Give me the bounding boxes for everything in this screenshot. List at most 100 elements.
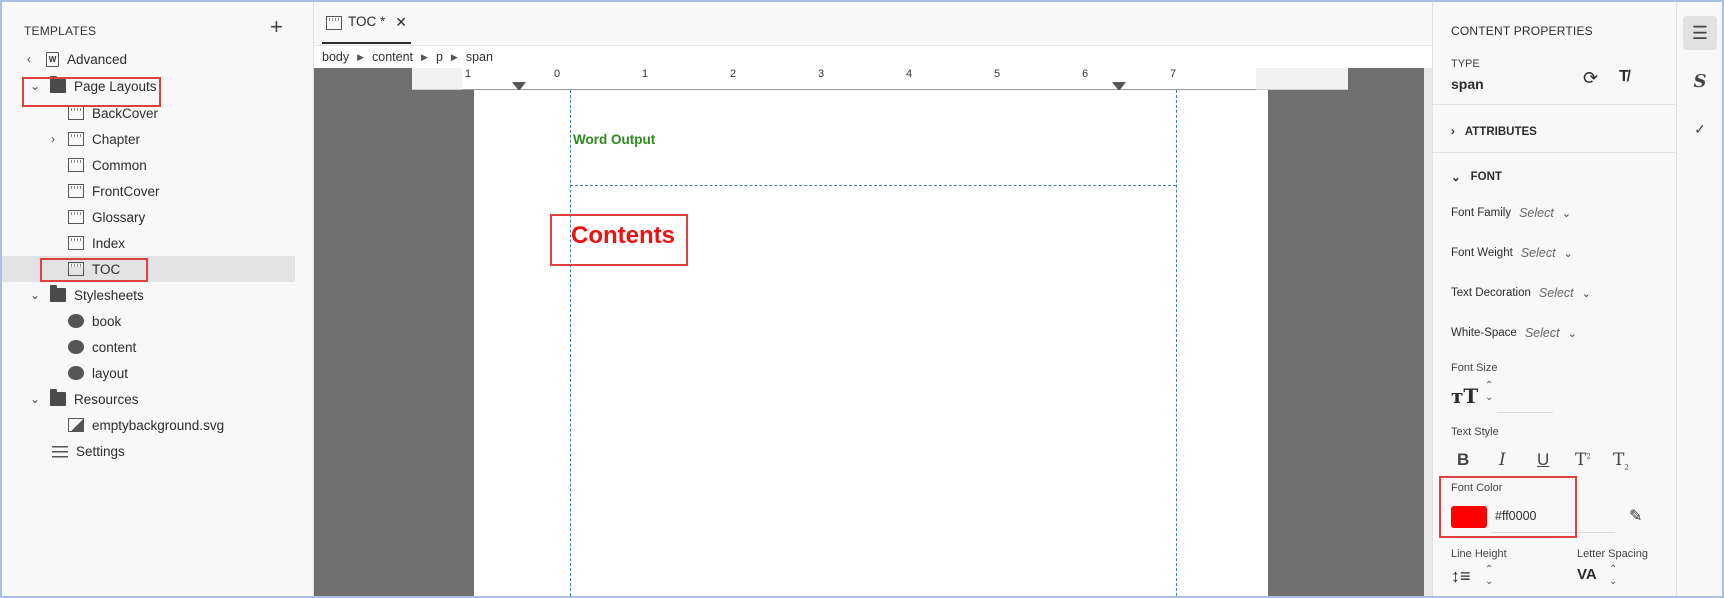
divider <box>1433 104 1677 105</box>
back-advanced[interactable]: ‹ W Advanced <box>2 46 295 72</box>
white-space-row: White-Space Select ⌄ <box>1451 326 1577 340</box>
font-weight-select[interactable]: Select <box>1521 246 1556 260</box>
tree-item-settings[interactable]: Settings <box>2 438 295 464</box>
breadcrumb-sep-icon: ▶ <box>357 52 365 62</box>
font-weight-label: Font Weight <box>1451 247 1513 259</box>
chevron-down-icon[interactable]: ⌄ <box>1562 207 1571 220</box>
styles-icon[interactable]: S <box>1683 64 1717 98</box>
folder-icon <box>50 285 66 302</box>
back-label: Advanced <box>67 51 128 67</box>
font-size-label: Font Size <box>1451 362 1498 374</box>
underline-button[interactable]: U <box>1537 450 1549 470</box>
tree-label: Resources <box>74 391 139 407</box>
editor-area: TOC * ✕ body ▶ content ▶ p ▶ span 1 0 1 … <box>314 2 1432 596</box>
bold-button[interactable]: B <box>1457 450 1469 470</box>
close-icon[interactable]: ✕ <box>395 14 407 31</box>
white-space-select[interactable]: Select <box>1525 326 1560 340</box>
palette-icon <box>68 340 84 354</box>
page-layout-icon <box>68 106 84 120</box>
editor-scrollbar[interactable] <box>1424 68 1432 596</box>
breadcrumb-sep-icon: ▶ <box>421 52 428 62</box>
tree-label: layout <box>92 365 129 381</box>
chevron-down-icon[interactable]: ⌄ <box>1582 287 1591 300</box>
folder-icon <box>50 389 66 406</box>
tree-item-glossary[interactable]: Glossary <box>2 204 295 230</box>
tree-label: emptybackground.svg <box>92 417 225 433</box>
font-label: FONT <box>1470 171 1502 183</box>
ruler-tick: 3 <box>818 68 825 80</box>
breadcrumb-p[interactable]: p <box>436 50 443 64</box>
chevron-down-icon: ⌄ <box>1451 172 1461 184</box>
font-size-input[interactable] <box>1497 412 1553 413</box>
ruler-tick: 4 <box>906 68 913 80</box>
text-decoration-row: Text Decoration Select ⌄ <box>1451 286 1591 300</box>
ruler-tick: 5 <box>994 68 1001 80</box>
page-layout-icon <box>326 16 342 30</box>
tree-label: BackCover <box>92 105 159 121</box>
chevron-down-icon[interactable]: ⌄ <box>1568 327 1577 340</box>
tree-label: book <box>92 313 122 329</box>
subscript-button[interactable]: T2 <box>1613 450 1629 471</box>
word-file-icon: W <box>46 51 59 67</box>
chevron-right-icon[interactable]: › <box>46 132 60 146</box>
tree-item-layout[interactable]: layout <box>2 360 295 386</box>
tree-label: FrontCover <box>92 183 160 199</box>
page-layout-icon <box>68 236 84 250</box>
font-size-stepper[interactable]: ⌃ ⌄ <box>1485 380 1493 404</box>
white-space-label: White-Space <box>1451 327 1517 339</box>
properties-title: CONTENT PROPERTIES <box>1451 24 1593 38</box>
tree-item-chapter[interactable]: › Chapter <box>2 126 295 152</box>
superscript-label: T <box>1575 450 1587 470</box>
breadcrumb-body[interactable]: body <box>322 50 349 64</box>
breadcrumb: body ▶ content ▶ p ▶ span <box>322 50 493 64</box>
image-icon <box>68 418 84 432</box>
page: Word Output Contents <box>474 90 1268 596</box>
tab-toc[interactable]: TOC * ✕ <box>322 14 411 44</box>
italic-button[interactable]: I <box>1499 450 1506 470</box>
superscript-button[interactable]: T2 <box>1575 450 1591 470</box>
tree-folder-stylesheets[interactable]: ⌄ Stylesheets <box>2 282 295 308</box>
chevron-right-icon: › <box>1451 126 1455 138</box>
refresh-icon[interactable]: ⟳ <box>1583 68 1598 89</box>
tree-item-common[interactable]: Common <box>2 152 295 178</box>
font-family-row: Font Family Select ⌄ <box>1451 206 1571 220</box>
line-height-stepper[interactable]: ⌃ ⌄ <box>1485 564 1493 588</box>
palette-icon <box>68 366 84 380</box>
highlight-toc <box>40 258 148 282</box>
font-section[interactable]: ⌄ FONT <box>1451 170 1502 184</box>
ruler-tick: 1 <box>465 68 472 80</box>
spellcheck-icon[interactable]: ✓ <box>1683 112 1717 146</box>
subscript-label: T <box>1613 450 1625 470</box>
header-text[interactable]: Word Output <box>573 132 655 147</box>
breadcrumb-span[interactable]: span <box>466 50 493 64</box>
ruler-tick: 1 <box>642 68 649 80</box>
font-size-icon: ᴛT <box>1451 384 1479 408</box>
highlight-font-color <box>1439 476 1577 538</box>
properties-sliders-icon[interactable]: ☰ <box>1683 16 1717 50</box>
chevron-down-icon: ⌄ <box>29 392 41 406</box>
tree-item-content[interactable]: content <box>2 334 295 360</box>
breadcrumb-content[interactable]: content <box>372 50 413 64</box>
type-label: TYPE <box>1451 58 1480 70</box>
tree-item-book[interactable]: book <box>2 308 295 334</box>
right-margin-guide <box>1176 90 1177 596</box>
line-height-icon: ↕≡ <box>1451 566 1471 586</box>
tree-item-index[interactable]: Index <box>2 230 295 256</box>
panel-title: TEMPLATES <box>24 24 97 38</box>
palette-icon <box>68 314 84 328</box>
highlight-page-layouts <box>22 77 161 107</box>
eyedropper-icon[interactable]: ✎ <box>1629 506 1642 526</box>
text-decoration-select[interactable]: Select <box>1539 286 1574 300</box>
clear-format-icon[interactable]: T̸ <box>1619 68 1629 86</box>
tab-bar: TOC * ✕ <box>314 2 1432 46</box>
letter-spacing-stepper[interactable]: ⌃ ⌄ <box>1609 564 1617 588</box>
tree-item-frontcover[interactable]: FrontCover <box>2 178 295 204</box>
font-family-select[interactable]: Select <box>1519 206 1554 220</box>
attributes-section[interactable]: › ATTRIBUTES <box>1451 126 1537 138</box>
add-icon[interactable]: + <box>270 16 283 38</box>
tree-label: Glossary <box>92 209 146 225</box>
chevron-down-icon[interactable]: ⌄ <box>1564 247 1573 260</box>
divider <box>1433 152 1677 153</box>
tree-folder-resources[interactable]: ⌄ Resources <box>2 386 295 412</box>
tree-item-emptybackground[interactable]: emptybackground.svg <box>2 412 295 438</box>
